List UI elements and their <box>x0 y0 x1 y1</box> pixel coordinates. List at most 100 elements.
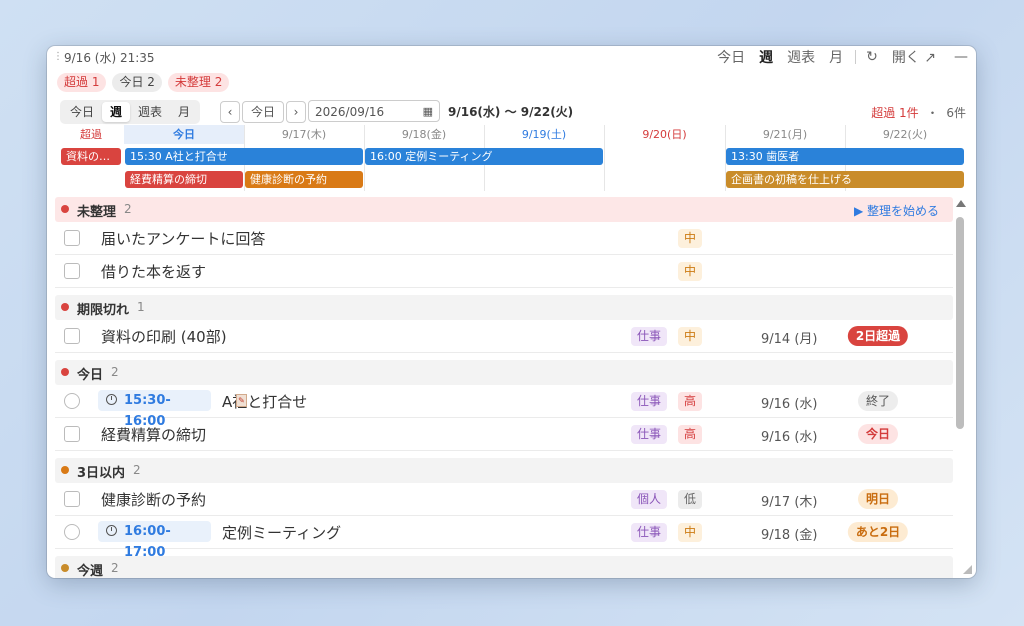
category-tag: 仕事 <box>631 523 668 542</box>
task-title[interactable]: 定例ミーティング <box>222 522 341 543</box>
calendar-event[interactable]: 15:30 A社と打合せ <box>125 148 363 165</box>
start-organizing-button[interactable]: ▶ 整理を始める <box>854 202 939 219</box>
task-row[interactable]: 16:00-17:00 定例ミーティング 仕事中 9/18 (金) あと2日 <box>55 516 953 560</box>
calendar-icon[interactable]: ▦ <box>423 101 433 123</box>
task-row[interactable]: 経費精算の締切 仕事高 9/16 (水) 今日 <box>55 418 953 451</box>
task-checkbox[interactable] <box>64 230 80 246</box>
calendar-day-6[interactable]: 9/21(月) <box>725 125 845 144</box>
group-count: 2 <box>124 202 132 216</box>
summary-separator: ・ <box>926 106 939 120</box>
calendar-event[interactable]: 経費精算の締切 <box>125 171 243 188</box>
current-datetime: 9/16 (水) 21:35 <box>64 51 155 65</box>
clock-icon <box>106 394 117 405</box>
open-label: 開く <box>891 50 920 66</box>
calendar-day-5[interactable]: 9/20(日) <box>604 125 725 144</box>
task-checkbox[interactable] <box>64 328 80 344</box>
group-dot-icon <box>61 303 69 311</box>
refresh-icon[interactable]: ↻ <box>866 49 878 65</box>
view-seg-1[interactable]: 週 <box>102 102 131 122</box>
toolbar: 今日週週表月 ‹ 今日 › 2026/09/16 ▦ 9/16(水) 〜 9/2… <box>60 100 966 124</box>
calendar-event[interactable]: 健康診断の予約 <box>245 171 363 188</box>
status-badge: 明日 <box>857 489 899 509</box>
event-radio[interactable] <box>64 393 80 409</box>
view-seg-3[interactable]: 月 <box>170 102 198 122</box>
task-row[interactable]: 健康診断の予約 個人低 9/17 (木) 明日 <box>55 483 953 516</box>
group-header[interactable]: 今日 2 <box>55 360 953 385</box>
calendar-event[interactable]: 資料の… <box>61 148 121 165</box>
view-tab-1[interactable]: 週 <box>759 47 773 67</box>
filter-chip-1[interactable]: 今日 2 <box>112 73 162 92</box>
task-row[interactable]: 資料の印刷 (40部) 仕事中 9/14 (月) 2日超過 <box>55 320 953 353</box>
task-title[interactable]: 健康診断の予約 <box>101 489 206 510</box>
calendar-day-7[interactable]: 9/22(火) <box>845 125 965 144</box>
view-switcher: 今日週週表月 ↻ 開く ↗ — <box>703 46 968 68</box>
time-pill: 15:30-16:00 <box>98 390 211 429</box>
task-row[interactable]: 借りた本を返す 中 <box>55 255 953 288</box>
resize-grip-icon[interactable] <box>963 565 972 574</box>
clock-icon <box>106 525 117 536</box>
priority-tag: 高 <box>678 425 703 444</box>
view-segmented-control: 今日週週表月 <box>60 100 201 124</box>
calendar-event[interactable]: 13:30 歯医者 <box>726 148 964 165</box>
drag-handle-icon[interactable]: ⋮ <box>53 51 63 62</box>
view-seg-0[interactable]: 今日 <box>62 102 102 122</box>
task-title[interactable]: 経費精算の締切 <box>101 424 206 445</box>
group-dot-icon <box>61 466 69 474</box>
view-tab-0[interactable]: 今日 <box>717 47 745 67</box>
due-date: 9/16 (水) <box>761 430 818 445</box>
status-badge: あと2日 <box>847 522 909 542</box>
group-header[interactable]: 今週 2 <box>55 556 953 578</box>
calendar-day-3[interactable]: 9/18(金) <box>364 125 484 144</box>
task-row[interactable]: 届いたアンケートに回答 中 <box>55 222 953 255</box>
open-button[interactable]: 開く ↗ <box>892 47 936 67</box>
group-count: 2 <box>111 561 119 575</box>
next-week-button[interactable]: › <box>286 101 306 123</box>
calendar-day-0[interactable]: 超過 <box>60 125 122 144</box>
priority-tag: 中 <box>678 523 703 542</box>
status-badge: 終了 <box>857 391 899 411</box>
filter-chip-0[interactable]: 超過 1 <box>57 73 107 92</box>
priority-tag: 中 <box>678 229 703 248</box>
task-title[interactable]: A社と打合せ <box>222 391 307 412</box>
event-radio[interactable] <box>64 524 80 540</box>
calendar-day-4[interactable]: 9/19(土) <box>484 125 604 144</box>
task-checkbox[interactable] <box>64 426 80 442</box>
scrollbar[interactable] <box>955 197 967 573</box>
minimize-icon[interactable]: — <box>954 49 968 65</box>
scrollbar-thumb[interactable] <box>956 217 964 429</box>
group-count: 2 <box>133 463 141 477</box>
date-input[interactable]: 2026/09/16 ▦ <box>308 100 440 122</box>
task-row[interactable]: 15:30-16:00 A社と打合せ ✎ 仕事高 9/16 (水) 終了 <box>55 385 953 429</box>
calendar-event[interactable]: 企画書の初稿を仕上げる <box>726 171 964 188</box>
today-button[interactable]: 今日 <box>242 101 284 123</box>
calendar-event[interactable]: 16:00 定例ミーティング <box>365 148 603 165</box>
view-tab-3[interactable]: 月 <box>829 47 843 67</box>
summary: 超過 1件 ・ 6件 <box>871 104 966 121</box>
group-header[interactable]: 未整理 2 ▶ 整理を始める <box>55 197 953 222</box>
memo-icon[interactable]: ✎ <box>236 394 247 407</box>
filter-chip-2[interactable]: 未整理 2 <box>167 73 230 92</box>
group-count: 1 <box>137 300 145 314</box>
calendar-day-2[interactable]: 9/17(木) <box>244 125 364 144</box>
view-seg-2[interactable]: 週表 <box>130 102 170 122</box>
due-date: 9/18 (金) <box>761 528 818 543</box>
due-date: 9/17 (木) <box>761 495 818 510</box>
group-title: 期限切れ <box>77 303 130 318</box>
task-title[interactable]: 資料の印刷 (40部) <box>101 326 227 347</box>
prev-week-button[interactable]: ‹ <box>220 101 240 123</box>
group-header[interactable]: 3日以内 2 <box>55 458 953 483</box>
task-checkbox[interactable] <box>64 491 80 507</box>
category-tag: 個人 <box>631 490 668 509</box>
priority-tag: 中 <box>678 327 703 346</box>
task-title[interactable]: 届いたアンケートに回答 <box>101 228 265 249</box>
priority-tag: 高 <box>678 392 703 411</box>
task-title[interactable]: 借りた本を返す <box>101 261 206 282</box>
view-tab-2[interactable]: 週表 <box>787 47 815 67</box>
calendar-day-1[interactable]: 今日 <box>124 125 244 144</box>
task-checkbox[interactable] <box>64 263 80 279</box>
week-range: 9/16(水) 〜 9/22(火) <box>448 105 574 119</box>
scroll-up-icon[interactable] <box>956 200 966 207</box>
app-window: ⋮ 9/16 (水) 21:35 今日週週表月 ↻ 開く ↗ — 超過 1 今日 2 未整… <box>47 46 976 578</box>
group-header[interactable]: 期限切れ 1 <box>55 295 953 320</box>
status-badge: 2日超過 <box>847 326 909 346</box>
